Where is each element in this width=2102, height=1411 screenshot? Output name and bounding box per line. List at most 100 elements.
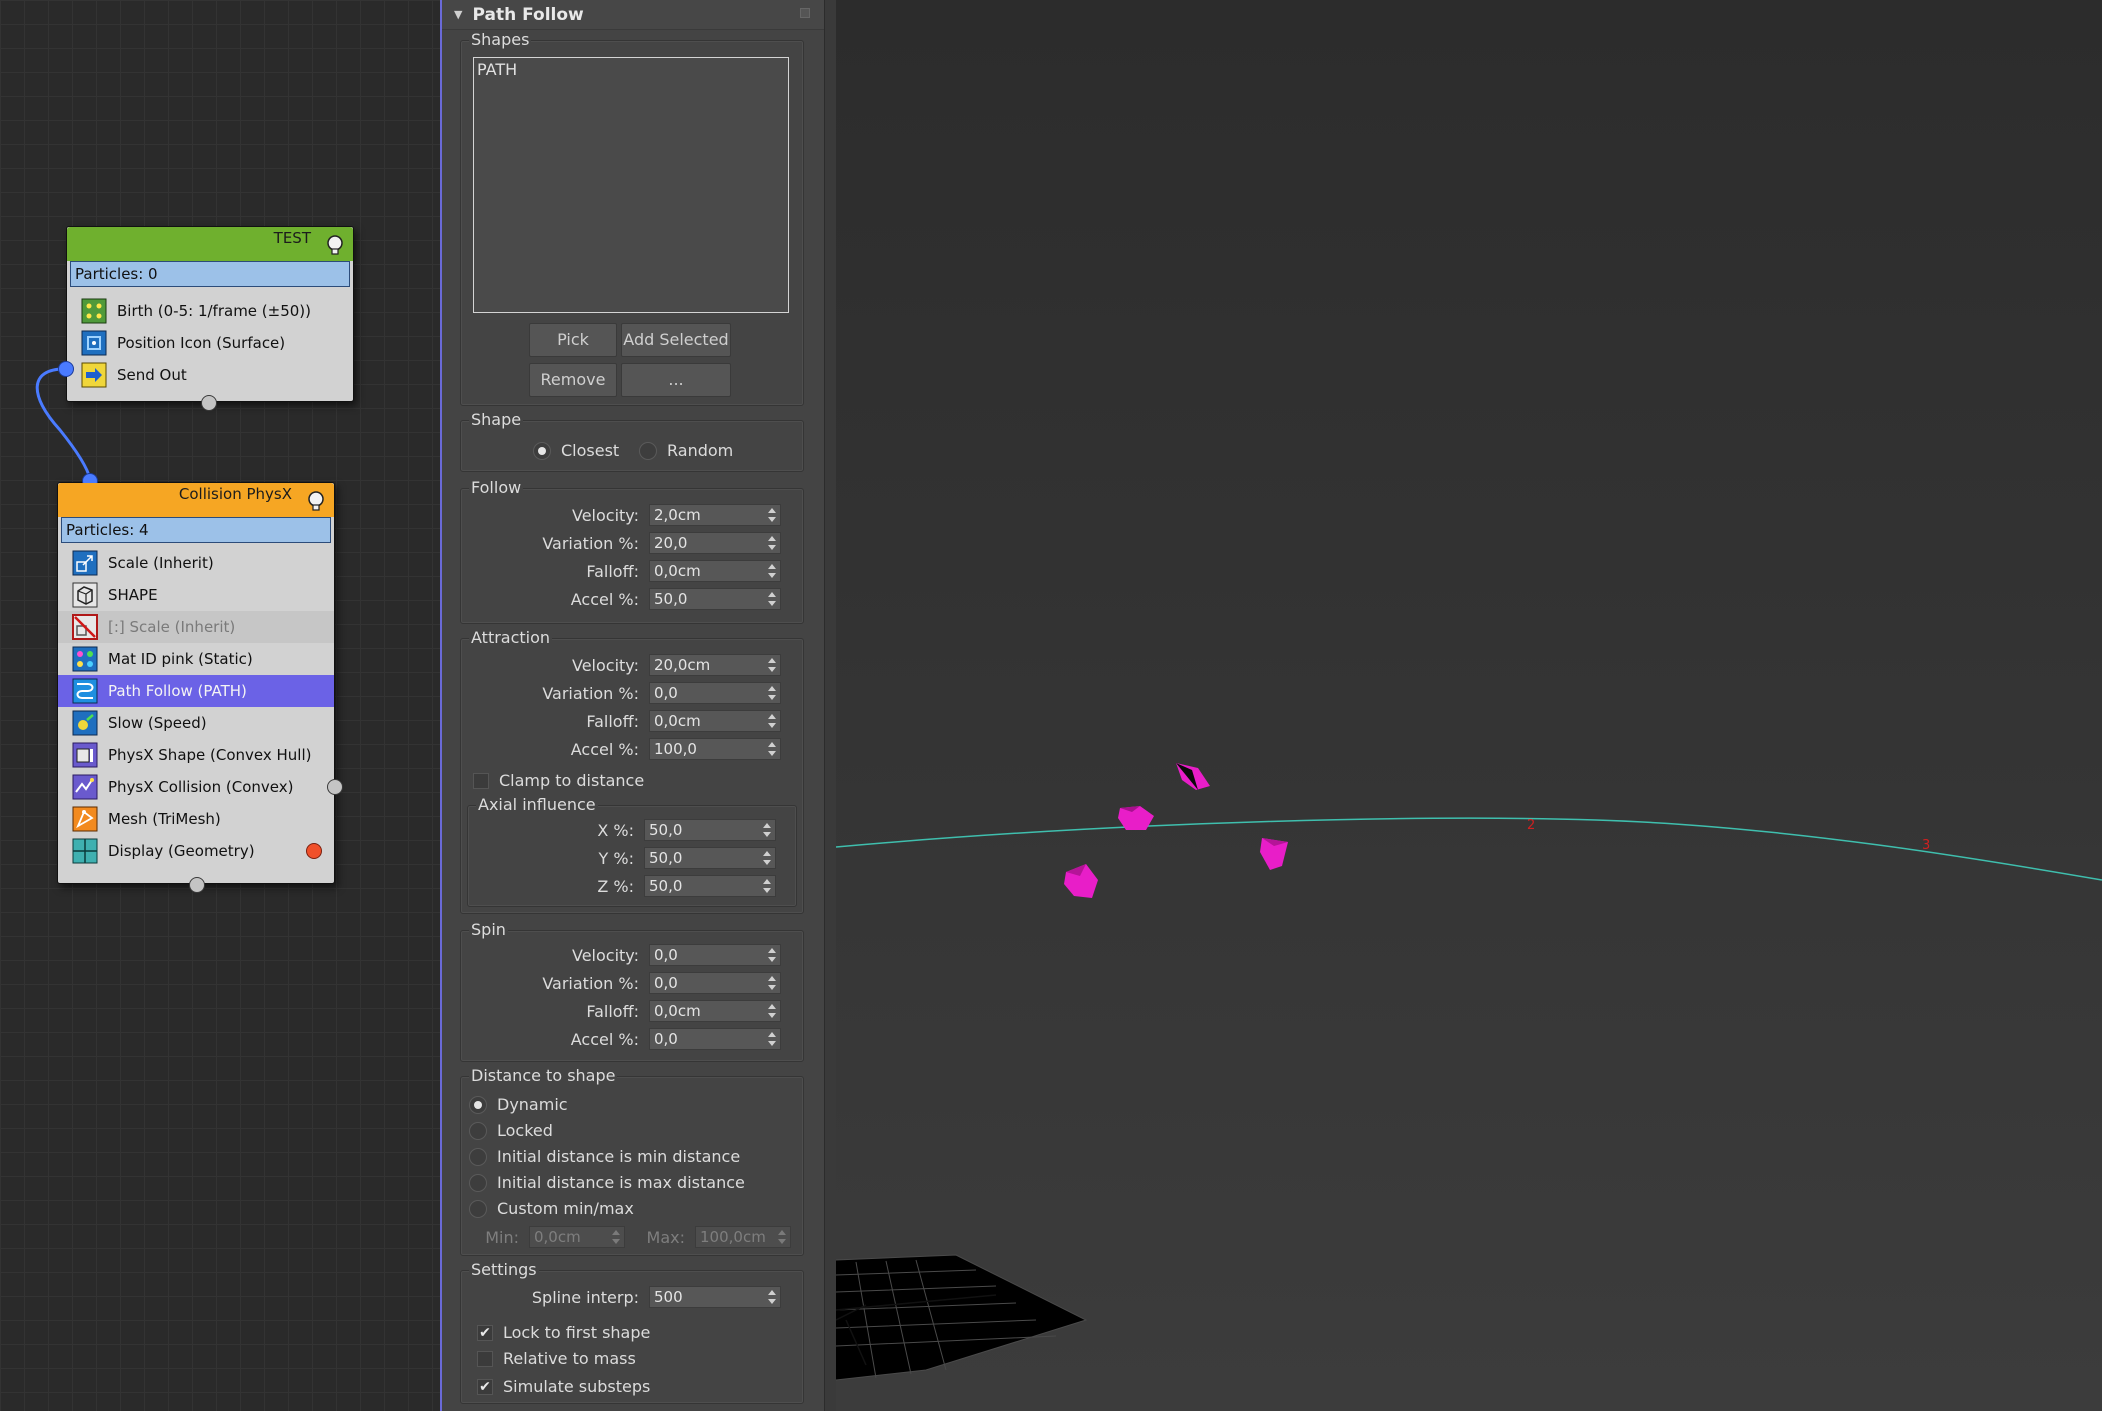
shapes-list[interactable]: PATH: [473, 57, 789, 313]
distance-initial-min-radio[interactable]: Initial distance is min distance: [469, 1147, 740, 1166]
axial-x-spinner[interactable]: 50,0: [644, 819, 776, 841]
node-collision-physx[interactable]: Collision PhysX Particles: 4 Scale (Inhe…: [57, 473, 343, 893]
operator-physx-collision[interactable]: PhysX Collision (Convex): [58, 771, 343, 803]
node-test-header[interactable]: TEST: [67, 227, 353, 261]
checkbox-box[interactable]: [477, 1350, 493, 1367]
spinner-arrows-icon[interactable]: [767, 947, 777, 963]
node-collision-output-port[interactable]: [189, 877, 205, 893]
axial-y-spinner[interactable]: 50,0: [644, 847, 776, 869]
particle[interactable]: [1064, 864, 1098, 898]
3d-viewport[interactable]: 2 3: [836, 0, 2102, 1411]
send-out-output-port[interactable]: [58, 361, 74, 377]
panel-scrollbar[interactable]: [824, 0, 836, 1411]
physx-collision-output-port[interactable]: [327, 779, 343, 795]
spinner-arrows-icon[interactable]: [767, 1289, 777, 1305]
spinner-arrows-icon[interactable]: [767, 563, 777, 579]
radio-dot[interactable]: [469, 1199, 487, 1218]
node-collision-header[interactable]: Collision PhysX: [58, 483, 334, 517]
spinner-arrows-icon[interactable]: [762, 878, 772, 894]
spin-variation-spinner[interactable]: 0,0: [649, 972, 781, 994]
follow-accel-spinner[interactable]: 50,0: [649, 588, 781, 610]
radio-dot[interactable]: [639, 441, 657, 460]
operator-send-out[interactable]: Send Out: [67, 359, 353, 391]
distance-dynamic-radio[interactable]: Dynamic: [469, 1095, 568, 1114]
spinner-arrows-icon[interactable]: [767, 975, 777, 991]
radio-dot[interactable]: [533, 441, 551, 460]
node-test-output-port[interactable]: [201, 395, 217, 411]
spinner-arrows-icon[interactable]: [767, 591, 777, 607]
particle[interactable]: [1176, 763, 1210, 790]
add-selected-button[interactable]: Add Selected: [621, 323, 731, 357]
attraction-velocity-spinner[interactable]: 20,0cm: [649, 654, 781, 676]
operator-scale-disabled[interactable]: [:] Scale (Inherit): [58, 611, 334, 643]
operator-display[interactable]: Display (Geometry): [58, 835, 334, 867]
operator-mesh[interactable]: Mesh (TriMesh): [58, 803, 334, 835]
spinner-arrows-icon[interactable]: [767, 1031, 777, 1047]
remove-button[interactable]: Remove: [529, 363, 617, 397]
spinner-arrows-icon[interactable]: [767, 713, 777, 729]
distance-custom-radio[interactable]: Custom min/max: [469, 1199, 634, 1218]
path-spline[interactable]: [836, 817, 2102, 881]
pick-button[interactable]: Pick: [529, 323, 617, 357]
follow-falloff-spinner[interactable]: 0,0cm: [649, 560, 781, 582]
checkbox-box[interactable]: [473, 772, 489, 789]
operator-material-id[interactable]: Mat ID pink (Static): [58, 643, 334, 675]
lock-to-first-shape-checkbox[interactable]: ✔ Lock to first shape: [477, 1323, 650, 1342]
distance-max-spinner[interactable]: 100,0cm: [695, 1226, 791, 1248]
spinner-arrows-icon[interactable]: [762, 850, 772, 866]
spin-falloff-spinner[interactable]: 0,0cm: [649, 1000, 781, 1022]
spinner-arrows-icon[interactable]: [767, 507, 777, 523]
display-color-swatch[interactable]: [306, 843, 322, 859]
spin-accel-spinner[interactable]: 0,0: [649, 1028, 781, 1050]
shape-list-item[interactable]: PATH: [477, 60, 785, 79]
attraction-variation-spinner[interactable]: 0,0: [649, 682, 781, 704]
node-test[interactable]: TEST Particles: 0 Birth (0-5: 1/frame (±…: [58, 226, 354, 411]
distance-initial-max-radio[interactable]: Initial distance is max distance: [469, 1173, 745, 1192]
operator-birth[interactable]: Birth (0-5: 1/frame (±50)): [67, 295, 353, 327]
checkbox-box[interactable]: ✔: [477, 1324, 493, 1341]
simulate-substeps-checkbox[interactable]: ✔ Simulate substeps: [477, 1377, 650, 1396]
lightbulb-icon[interactable]: [304, 489, 328, 513]
spinner-arrows-icon[interactable]: [767, 1003, 777, 1019]
rollout-header[interactable]: ▼ Path Follow: [442, 0, 824, 30]
operator-shape[interactable]: SHAPE: [58, 579, 334, 611]
particle-flow-node-editor[interactable]: TEST Particles: 0 Birth (0-5: 1/frame (±…: [0, 0, 440, 1411]
spinner-arrows-icon[interactable]: [767, 657, 777, 673]
collapse-triangle-icon[interactable]: ▼: [454, 8, 462, 21]
particle[interactable]: [1260, 838, 1288, 870]
operator-physx-shape[interactable]: PhysX Shape (Convex Hull): [58, 739, 334, 771]
operator-slow[interactable]: Slow (Speed): [58, 707, 334, 739]
operator-position-icon[interactable]: Position Icon (Surface): [67, 327, 353, 359]
rollout-pin-icon[interactable]: [800, 8, 810, 18]
spinner-arrows-icon[interactable]: [767, 741, 777, 757]
radio-dot[interactable]: [469, 1147, 487, 1166]
radio-dot[interactable]: [469, 1173, 487, 1192]
spinner-arrows-icon[interactable]: [611, 1229, 621, 1245]
clamp-to-distance-checkbox[interactable]: Clamp to distance: [473, 771, 644, 790]
lightbulb-icon[interactable]: [323, 233, 347, 257]
shape-random-radio[interactable]: Random: [639, 441, 733, 460]
more-button[interactable]: ...: [621, 363, 731, 397]
axial-z-spinner[interactable]: 50,0: [644, 875, 776, 897]
operator-scale[interactable]: Scale (Inherit): [58, 547, 334, 579]
distance-locked-radio[interactable]: Locked: [469, 1121, 553, 1140]
spline-interp-spinner[interactable]: 500: [649, 1286, 781, 1308]
radio-dot[interactable]: [469, 1121, 487, 1140]
spinner-arrows-icon[interactable]: [767, 535, 777, 551]
operator-label: Send Out: [117, 366, 187, 384]
spinner-arrows-icon[interactable]: [777, 1229, 787, 1245]
relative-to-mass-checkbox[interactable]: Relative to mass: [477, 1349, 636, 1368]
checkbox-box[interactable]: ✔: [477, 1378, 493, 1395]
shape-closest-radio[interactable]: Closest: [533, 441, 619, 460]
spin-falloff-row: Falloff: 0,0cm: [461, 999, 781, 1023]
follow-velocity-spinner[interactable]: 2,0cm: [649, 504, 781, 526]
attraction-accel-spinner[interactable]: 100,0: [649, 738, 781, 760]
operator-path-follow[interactable]: Path Follow (PATH): [58, 675, 334, 707]
spinner-arrows-icon[interactable]: [767, 685, 777, 701]
spin-velocity-spinner[interactable]: 0,0: [649, 944, 781, 966]
attraction-falloff-spinner[interactable]: 0,0cm: [649, 710, 781, 732]
radio-dot[interactable]: [469, 1095, 487, 1114]
distance-min-spinner[interactable]: 0,0cm: [529, 1226, 625, 1248]
spinner-arrows-icon[interactable]: [762, 822, 772, 838]
follow-variation-spinner[interactable]: 20,0: [649, 532, 781, 554]
